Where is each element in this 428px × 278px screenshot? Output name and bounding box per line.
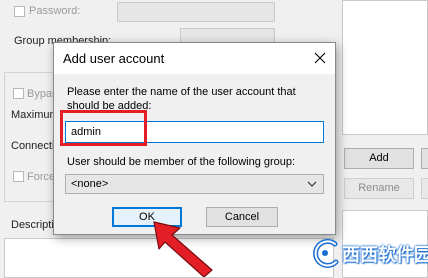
- watermark-logo-icon: [313, 238, 339, 268]
- bypass-checkbox[interactable]: [13, 88, 24, 99]
- rename-button[interactable]: Rename: [344, 178, 414, 199]
- group-select-value: <none>: [71, 178, 109, 190]
- force-checkbox[interactable]: [13, 171, 24, 182]
- user-list[interactable]: [342, 0, 428, 135]
- dialog-prompt: Please enter the name of the user accoun…: [67, 86, 296, 112]
- chevron-down-icon: [307, 181, 317, 187]
- force-label: Force: [27, 171, 56, 183]
- add-button[interactable]: Add: [344, 148, 414, 169]
- maximum-label: Maximum: [11, 109, 59, 121]
- username-highlight-box: [60, 110, 147, 146]
- dialog-title: Add user account: [63, 51, 165, 66]
- group-select-label: User should be member of the following g…: [67, 156, 296, 168]
- group-select[interactable]: <none>: [65, 174, 324, 194]
- close-icon: [314, 52, 326, 64]
- copy-button-edge[interactable]: [421, 178, 428, 199]
- watermark: 西西软件园: [308, 237, 428, 269]
- password-checkbox[interactable]: [14, 6, 25, 17]
- close-button[interactable]: [305, 43, 335, 74]
- remove-button-edge[interactable]: [421, 148, 428, 169]
- dialog-titlebar[interactable]: Add user account: [54, 43, 335, 74]
- password-label: Password:: [29, 5, 81, 17]
- red-arrow-icon: [153, 221, 213, 277]
- watermark-text: 西西软件园: [342, 245, 428, 265]
- password-input[interactable]: [117, 2, 275, 22]
